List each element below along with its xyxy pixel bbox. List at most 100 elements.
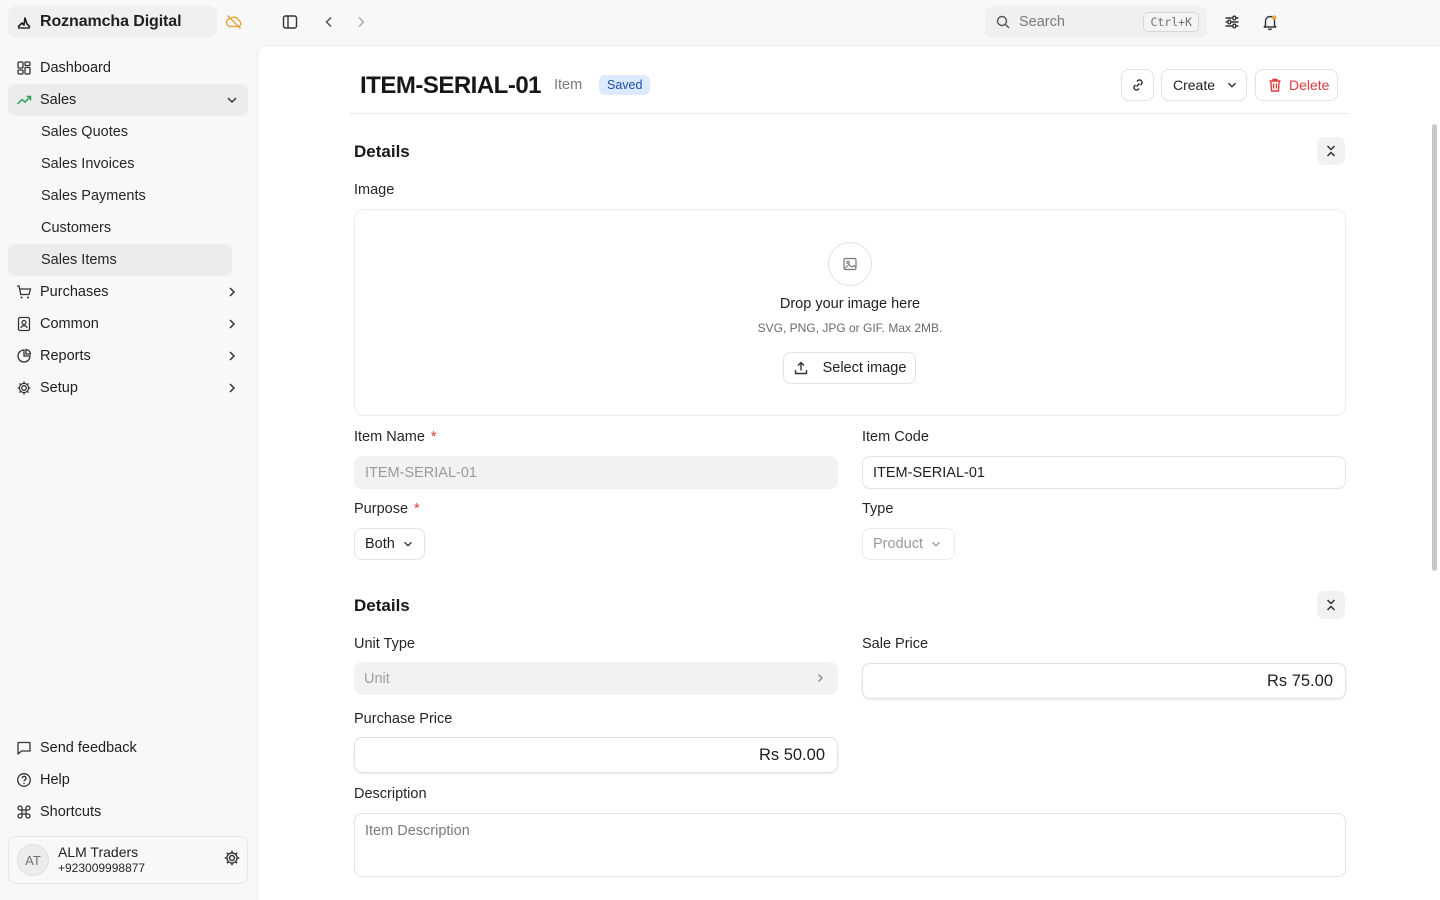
chevron-down-icon [932, 541, 940, 547]
sidebar-item-label: Common [40, 316, 99, 332]
select-image-label: Select image [822, 360, 907, 376]
sidebar-item-label: Setup [40, 380, 78, 396]
bell-icon[interactable] [1261, 13, 1279, 31]
search-bar[interactable]: Ctrl+K [985, 6, 1207, 38]
unit-type-field[interactable]: Unit [354, 662, 838, 695]
trending-up-icon [16, 95, 32, 105]
description-label: Description [354, 786, 427, 802]
type-label: Type [862, 501, 894, 517]
delete-button-label: Delete [1289, 77, 1330, 93]
chevron-down-icon [403, 541, 412, 547]
sidebar-item-dashboard[interactable]: Dashboard [8, 52, 248, 84]
collapse-section-button[interactable] [1317, 137, 1345, 165]
scrollbar[interactable] [1432, 124, 1437, 571]
item-code-field[interactable] [862, 456, 1346, 489]
pie-chart-icon [17, 348, 32, 363]
purpose-select[interactable]: Both [354, 528, 425, 560]
sidebar-item-common[interactable]: Common [8, 308, 248, 340]
dropzone-title: Drop your image here [779, 296, 921, 312]
link-icon [1132, 79, 1143, 91]
sidebar-item-sales[interactable]: Sales [8, 84, 248, 116]
sidebar-item-setup[interactable]: Setup [8, 372, 248, 404]
section-title-details: Details [354, 142, 410, 161]
purchase-price-field[interactable] [354, 737, 838, 773]
status-badge: Saved [599, 75, 651, 95]
item-code-label: Item Code [862, 429, 929, 445]
sidebar-footer-nav: Send feedback Help Shortcuts [8, 732, 248, 828]
collapse-icon [1326, 599, 1336, 611]
sidebar-item-label: Dashboard [40, 60, 111, 76]
filter-settings-icon[interactable] [1223, 13, 1241, 31]
search-input[interactable] [1019, 14, 1129, 30]
required-marker: * [430, 429, 437, 445]
chevron-right-icon [229, 319, 236, 329]
forward-icon[interactable] [352, 13, 370, 31]
item-name-field[interactable] [354, 456, 838, 489]
delete-button[interactable]: Delete [1255, 69, 1338, 101]
sale-price-label: Sale Price [862, 636, 929, 652]
shortcuts-link[interactable]: Shortcuts [8, 796, 248, 828]
doctype-label: Item [554, 77, 583, 93]
type-value: Product [873, 536, 923, 552]
sidebar-subitem-sales-items[interactable]: Sales Items [8, 244, 232, 276]
description-textarea[interactable] [354, 813, 1346, 877]
send-feedback-label: Send feedback [40, 740, 137, 756]
help-circle-icon [17, 773, 31, 787]
account-phone: +923009998877 [58, 861, 146, 875]
send-feedback-link[interactable]: Send feedback [8, 732, 248, 764]
trash-icon [1269, 78, 1281, 92]
image-placeholder-icon [828, 242, 872, 286]
collapse-section-button[interactable] [1317, 591, 1345, 619]
sidebar-nav: Dashboard Sales Sales Quotes Sales Invoi… [8, 52, 248, 404]
back-icon[interactable] [320, 13, 338, 31]
section-title-details-2: Details [354, 596, 410, 615]
gear-icon [17, 381, 31, 395]
sidebar-item-label: Purchases [40, 284, 109, 300]
contact-icon [17, 316, 31, 332]
unit-type-placeholder: Unit [364, 670, 390, 687]
sidebar-item-reports[interactable]: Reports [8, 340, 248, 372]
chevron-down-icon [1228, 82, 1237, 88]
chevron-right-icon [229, 383, 236, 393]
collapse-icon [1326, 145, 1336, 157]
create-button-label: Create [1173, 77, 1216, 93]
dashboard-icon [17, 61, 31, 75]
chevron-right-icon [229, 287, 236, 297]
command-icon [17, 805, 31, 819]
sale-price-field[interactable] [862, 663, 1346, 699]
sidebar-item-label: Reports [40, 348, 91, 364]
sidebar-item-label: Sales [40, 92, 77, 108]
help-link[interactable]: Help [8, 764, 248, 796]
sidebar-subitem-sales-quotes[interactable]: Sales Quotes [8, 116, 232, 148]
app-name: Roznamcha Digital [40, 13, 182, 30]
type-select[interactable]: Product [862, 528, 955, 560]
chevron-right-icon [229, 351, 236, 361]
page-title: ITEM-SERIAL-01 [360, 72, 542, 99]
select-image-button[interactable]: Select image [783, 352, 916, 384]
purpose-value: Both [365, 536, 395, 552]
app-switcher[interactable]: Roznamcha Digital [8, 6, 217, 38]
sidebar-subitem-sales-invoices[interactable]: Sales Invoices [8, 148, 232, 180]
unit-type-label: Unit Type [354, 636, 415, 652]
image-dropzone[interactable]: Drop your image here SVG, PNG, JPG or GI… [354, 209, 1346, 416]
cloud-off-icon[interactable] [225, 13, 243, 31]
toggle-sidebar-icon[interactable] [281, 13, 299, 31]
purpose-label: Purpose * [354, 501, 420, 517]
main-panel: ITEM-SERIAL-01 Item Saved Create Delete … [257, 45, 1440, 900]
doc-header: ITEM-SERIAL-01 Item Saved Create Delete [349, 46, 1350, 114]
copy-link-button[interactable] [1121, 69, 1154, 101]
sidebar-subitem-customers[interactable]: Customers [8, 212, 232, 244]
create-dropdown-button[interactable]: Create [1161, 69, 1247, 101]
image-label: Image [354, 182, 395, 198]
avatar: AT [17, 844, 49, 876]
sidebar-subitem-sales-payments[interactable]: Sales Payments [8, 180, 232, 212]
sidebar-item-purchases[interactable]: Purchases [8, 276, 248, 308]
account-card[interactable]: AT ALM Traders +923009998877 [8, 836, 248, 884]
help-label: Help [40, 772, 70, 788]
sidebar: Roznamcha Digital Dashboard Sales Sales … [0, 0, 256, 900]
chevron-down-icon [227, 97, 237, 104]
shortcuts-label: Shortcuts [40, 804, 102, 820]
purchase-price-label: Purchase Price [354, 711, 453, 727]
account-settings-icon[interactable] [223, 849, 241, 867]
search-icon [996, 15, 1010, 29]
